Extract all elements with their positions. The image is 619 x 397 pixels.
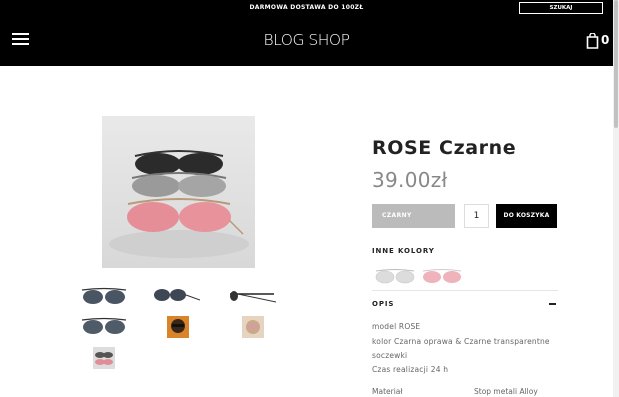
thumbnail-model-photo-1[interactable] [167, 316, 189, 338]
site-header: DARMOWA DOSTAWA DO 100ZŁ SZUKAJ BLOG SHO… [0, 0, 613, 66]
site-logo[interactable]: BLOG SHOP [0, 31, 613, 49]
spec-material-label: Materiał [372, 387, 403, 396]
description-heading[interactable]: OPIS [372, 300, 394, 308]
description-line: soczewki [372, 351, 408, 360]
color-variant-silver[interactable] [374, 266, 416, 286]
page-scrollbar-thumb[interactable] [614, 0, 618, 128]
color-variant-pink[interactable] [421, 266, 463, 286]
thumbnail-model-photo-2[interactable] [242, 316, 264, 338]
collapse-minus-icon[interactable] [549, 303, 556, 305]
product-price: 39.00zł [372, 168, 448, 192]
section-divider [372, 290, 558, 291]
quantity-input[interactable]: 1 [464, 204, 489, 228]
product-main-image[interactable] [102, 116, 255, 268]
color-select[interactable]: CZARNY [372, 204, 455, 228]
thumbnail-2[interactable] [152, 286, 200, 308]
cart-count[interactable]: 0 [601, 33, 609, 47]
description-line: Czas realizacji 24 h [372, 365, 449, 374]
description-line: kolor Czarna oprawa & Czarne transparent… [372, 337, 550, 346]
search-button[interactable]: SZUKAJ [519, 2, 603, 14]
thumbnail-4[interactable] [80, 316, 128, 338]
add-to-cart-button[interactable]: DO KOSZYKA [496, 204, 557, 228]
stacked-sunglasses-illustration [109, 150, 249, 258]
thumbnail-3[interactable] [228, 286, 276, 308]
product-title: ROSE Czarne [372, 137, 517, 159]
spec-material-value: Stop metali Alloy [474, 387, 538, 396]
other-colors-label: INNE KOLORY [372, 247, 435, 255]
description-line: model ROSE [372, 322, 421, 331]
thumbnail-5[interactable] [93, 347, 115, 369]
thumbnail-1[interactable] [80, 286, 128, 308]
